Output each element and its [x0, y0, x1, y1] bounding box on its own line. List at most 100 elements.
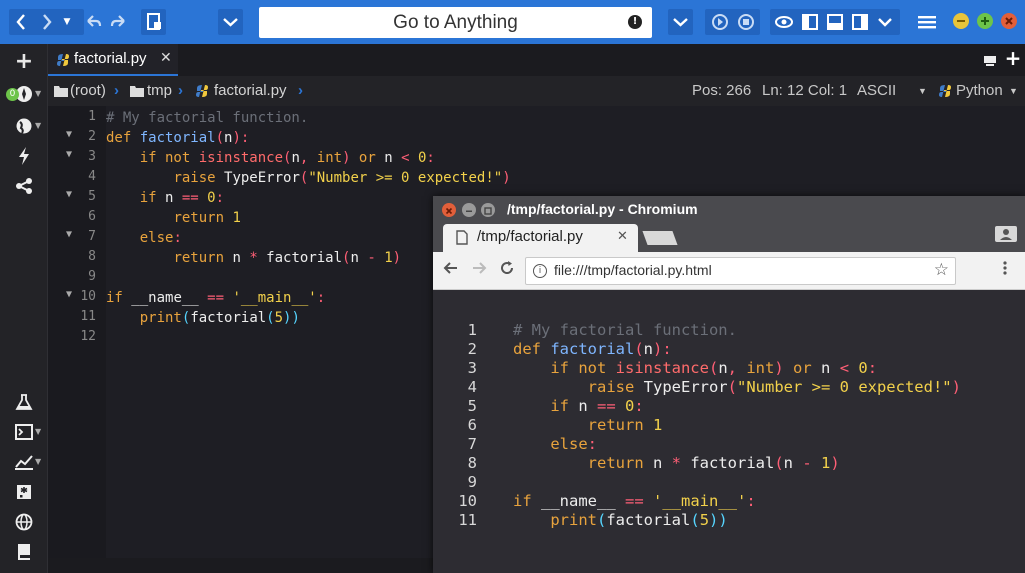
chromium-menu-button[interactable]: [1002, 260, 1008, 280]
encoding-selector[interactable]: ASCII: [857, 82, 896, 99]
minimize-window-button[interactable]: [953, 13, 969, 29]
chevron-right-icon: ›: [114, 82, 119, 99]
code-line: if __name__ == '__main__':: [106, 288, 325, 308]
tab-close-button[interactable]: ✕: [160, 50, 172, 66]
undo-button[interactable]: [82, 9, 104, 35]
fold-toggle-icon[interactable]: ▼: [66, 129, 72, 140]
gutter-line: 12: [48, 328, 106, 348]
fold-toggle-icon[interactable]: ▼: [66, 229, 72, 240]
gutter-line: 6: [48, 208, 106, 228]
share-button[interactable]: [0, 174, 48, 198]
gutter-line: ▼ 5: [48, 188, 106, 208]
notification-badge: 0: [6, 88, 19, 101]
history-dropdown[interactable]: ▼: [60, 9, 74, 35]
code-text: # My factorial function.: [513, 321, 737, 339]
cursor-position: Pos: 266: [692, 82, 752, 99]
toggle-left-pane-button[interactable]: [799, 9, 821, 35]
book-icon: [18, 544, 30, 560]
statistics-button[interactable]: ▼: [0, 450, 48, 474]
toggle-right-pane-button[interactable]: [849, 9, 871, 35]
breadcrumb-folder[interactable]: tmp: [147, 82, 172, 99]
chromium-tab[interactable]: /tmp/factorial.py ✕: [443, 224, 638, 252]
add-button[interactable]: +: [0, 50, 48, 74]
forward-button[interactable]: [37, 9, 57, 35]
caret-down-icon: ▼: [918, 86, 927, 96]
line-number: 11: [458, 511, 477, 529]
language-selector[interactable]: Python: [956, 82, 1003, 99]
arrow-left-icon: [443, 262, 457, 274]
redo-button[interactable]: [108, 9, 130, 35]
go-to-anything-input[interactable]: Go to Anything !: [259, 7, 652, 38]
chromium-close-button[interactable]: [442, 203, 456, 217]
goto-dropdown-left[interactable]: [218, 9, 243, 35]
minimize-icon: [466, 210, 472, 212]
line-number: 11: [80, 309, 96, 324]
docs-button[interactable]: [0, 540, 48, 564]
line-number: 10: [80, 289, 96, 304]
chromium-profile-button[interactable]: [995, 226, 1017, 242]
bookmark-star-icon[interactable]: ☆: [934, 260, 949, 280]
internet-button[interactable]: [0, 510, 48, 534]
main-menu-button[interactable]: [914, 9, 940, 35]
close-window-button[interactable]: [1001, 13, 1017, 29]
gutter-line: 1: [48, 108, 106, 128]
play-macro-button[interactable]: [709, 9, 731, 35]
code-text: # My factorial function.: [106, 110, 309, 126]
gutter-line: ▼ 7: [48, 228, 106, 248]
new-tab-button[interactable]: +: [1004, 46, 1022, 70]
more-vertical-icon: [1003, 261, 1007, 275]
chromium-back-button[interactable]: [443, 260, 459, 281]
regex-button[interactable]: [0, 480, 48, 504]
plus-icon: +: [1004, 46, 1022, 70]
tab-list-icon: [984, 56, 996, 66]
breadcrumb-file[interactable]: factorial.py: [214, 82, 287, 99]
breadcrumb-root[interactable]: (root): [70, 82, 106, 99]
preview-button[interactable]: [773, 9, 795, 35]
chromium-tab-close-button[interactable]: ✕: [617, 229, 628, 244]
chromium-new-tab-button[interactable]: [642, 231, 678, 245]
gutter-line: 11: [48, 308, 106, 328]
code-text: if n == 0:: [550, 397, 644, 415]
code-text: else:: [550, 435, 597, 453]
goto-dropdown-right[interactable]: [668, 9, 693, 35]
code-text: if not isinstance(n, int) or n < 0:: [550, 359, 878, 377]
chromium-minimize-button[interactable]: [462, 203, 476, 217]
chromium-reload-button[interactable]: [499, 260, 515, 281]
new-file-button[interactable]: [141, 9, 166, 35]
maximize-window-button[interactable]: [977, 13, 993, 29]
terminal-button[interactable]: ▼: [0, 420, 48, 444]
python-file-icon: [57, 54, 69, 66]
code-line: if n == 0:: [106, 188, 224, 208]
line-number: 4: [88, 169, 96, 184]
toolbox-button[interactable]: [0, 144, 48, 168]
fold-toggle-icon[interactable]: ▼: [66, 189, 72, 200]
line-number: 3: [467, 359, 477, 377]
line-number: 2: [467, 340, 477, 358]
globe-icon: [16, 118, 32, 134]
tab-list-button[interactable]: [982, 52, 998, 68]
chromium-maximize-button[interactable]: [481, 203, 495, 217]
view-dropdown[interactable]: [875, 9, 895, 35]
caret-down-icon: ▼: [35, 121, 42, 130]
document-icon: [456, 230, 468, 245]
line-number: 1: [88, 109, 96, 124]
chromium-forward-button[interactable]: [471, 260, 487, 281]
chromium-address-bar[interactable]: i file:///tmp/factorial.py.html ☆: [525, 257, 956, 285]
play-icon: [712, 14, 728, 30]
places-button[interactable]: 0 ▼: [0, 82, 48, 106]
fold-toggle-icon[interactable]: ▼: [66, 289, 72, 300]
tests-button[interactable]: [0, 390, 48, 414]
tab-factorial-py[interactable]: factorial.py ✕: [48, 44, 178, 76]
folder-icon: [130, 86, 144, 97]
redo-icon: [110, 15, 125, 27]
code-line: print(factorial(5)): [106, 308, 300, 328]
code-line: else:: [106, 228, 182, 248]
record-macro-button[interactable]: [735, 9, 757, 35]
browser-button[interactable]: ▼: [0, 114, 48, 138]
info-icon[interactable]: i: [533, 264, 547, 278]
toggle-bottom-pane-button[interactable]: [824, 9, 846, 35]
code-text: if __name__ == '__main__':: [106, 290, 326, 306]
line-number: 12: [80, 329, 96, 344]
fold-toggle-icon[interactable]: ▼: [66, 149, 72, 160]
back-button[interactable]: [11, 9, 31, 35]
